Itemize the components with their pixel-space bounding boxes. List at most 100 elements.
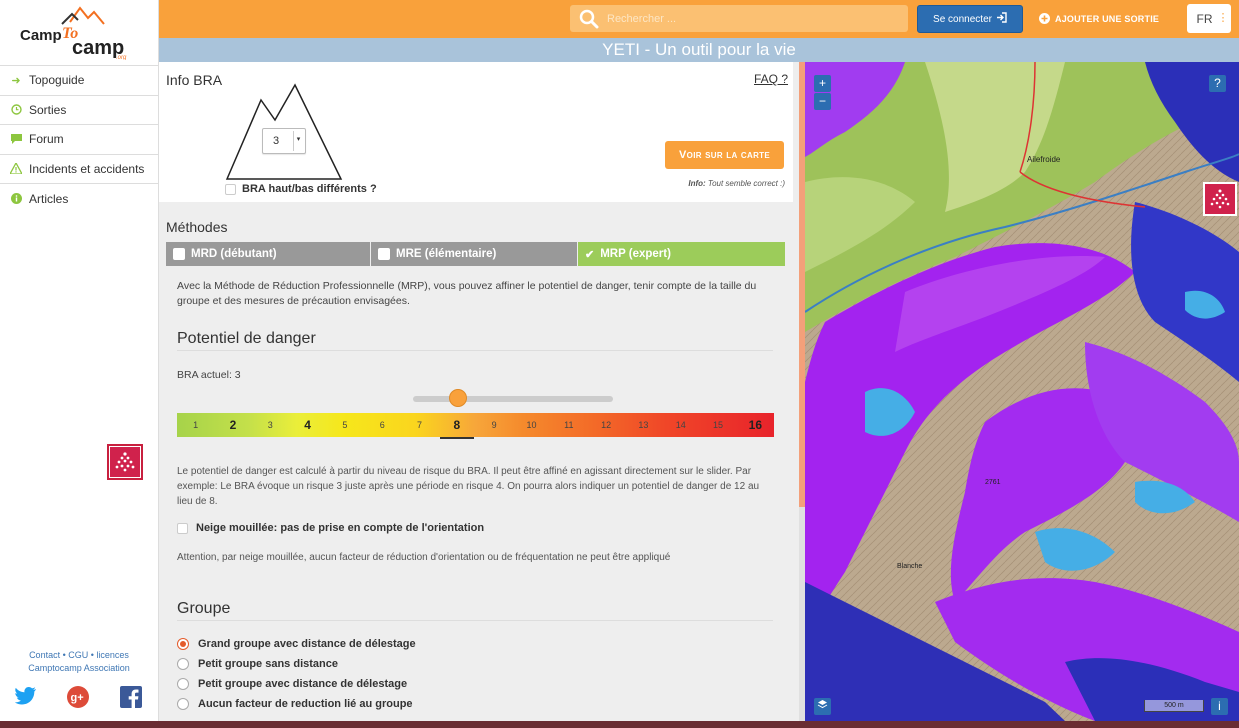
groupe-option[interactable]: Aucun facteur de reduction lié au groupe: [177, 698, 413, 710]
sidebar-item-incidents[interactable]: Incidents et accidents: [0, 155, 158, 184]
groupe-option-label: Aucun facteur de reduction lié au groupe: [198, 698, 413, 710]
page-title: YETI - Un outil pour la vie: [159, 38, 1239, 62]
plus-circle-icon: [1039, 12, 1050, 26]
scale-value: 3: [267, 420, 273, 430]
layers-icon[interactable]: [814, 698, 831, 715]
bra-diff-checkbox[interactable]: BRA haut/bas différents ?: [225, 183, 377, 195]
clock-icon: [10, 104, 22, 116]
divider: [177, 350, 773, 351]
radio-button[interactable]: [177, 658, 189, 670]
faq-link[interactable]: FAQ ?: [754, 72, 788, 86]
tab-mrp[interactable]: ✔ MRP (expert): [578, 242, 785, 266]
tab-label: MRP (expert): [600, 248, 671, 260]
danger-map[interactable]: Ailefroide Blanche 2761 + − ? 500 m i: [805, 62, 1239, 721]
sidebar-item-articles[interactable]: Articles: [0, 184, 158, 214]
warning-icon: [10, 163, 22, 175]
cgu-link[interactable]: CGU: [68, 650, 88, 660]
zoom-in-button[interactable]: +: [814, 75, 831, 92]
language-label: FR: [1196, 11, 1213, 26]
tab-mrd[interactable]: MRD (débutant): [166, 242, 371, 266]
sidebar-item-label: Articles: [29, 191, 69, 206]
login-label: Se connecter: [933, 13, 992, 25]
groupe-option[interactable]: Petit groupe avec distance de délestage: [177, 678, 407, 690]
sidebar-item-forum[interactable]: Forum: [0, 125, 158, 155]
scale-value: 7: [417, 420, 423, 430]
checkbox-box[interactable]: [225, 183, 236, 195]
info-note-text: Tout semble correct :): [707, 179, 785, 188]
arrow-right-icon: ➜: [11, 74, 21, 87]
danger-slider-handle[interactable]: [449, 389, 467, 407]
view-on-map-button[interactable]: Voir sur la carte: [665, 141, 784, 169]
info-note: Info: Tout semble correct :): [629, 179, 785, 188]
svg-text:Ailefroide: Ailefroide: [1027, 155, 1061, 164]
language-selector[interactable]: FR ⋮: [1187, 4, 1231, 33]
search-input[interactable]: [607, 5, 897, 32]
info-note-prefix: Info:: [688, 179, 706, 188]
bra-diff-label: BRA haut/bas différents ?: [242, 183, 377, 195]
neige-mouillee-checkbox[interactable]: Neige mouillée: pas de prise en compte d…: [177, 522, 484, 534]
login-button[interactable]: Se connecter: [917, 5, 1023, 33]
yeti-badge-icon[interactable]: [107, 444, 143, 480]
scale-value: 6: [379, 420, 385, 430]
comment-icon: [10, 133, 22, 145]
scale-value-selected: 8: [438, 413, 475, 439]
scale-value: 14: [675, 420, 686, 430]
zoom-out-button[interactable]: −: [814, 93, 831, 110]
sidebar-item-label: Forum: [29, 132, 64, 147]
contact-link[interactable]: Contact: [29, 650, 60, 660]
sidebar-item-label: Topoguide: [29, 73, 85, 88]
info-bra-title: Info BRA: [166, 72, 223, 88]
association-link[interactable]: Camptocamp Association: [28, 663, 130, 673]
groupe-option[interactable]: Grand groupe avec distance de délestage: [177, 638, 416, 650]
info-bra-box: Info BRA FAQ ? 3 ▾ BRA haut/bas différen…: [159, 62, 793, 202]
bra-value: 3: [273, 135, 280, 147]
tab-label: MRD (débutant): [191, 248, 277, 260]
checkbox-box[interactable]: [177, 522, 188, 534]
map-help-button[interactable]: ?: [1209, 75, 1226, 92]
groupe-option[interactable]: Petit groupe sans distance: [177, 658, 338, 670]
scale-value: 1: [193, 420, 199, 430]
potentiel-title: Potentiel de danger: [177, 330, 316, 347]
radio-button[interactable]: [177, 678, 189, 690]
facebook-icon[interactable]: [120, 686, 142, 713]
sidebar-item-sorties[interactable]: Sorties: [0, 96, 158, 125]
bra-actuel: BRA actuel: 3: [177, 369, 241, 381]
map-scale: 500 m: [1144, 700, 1204, 712]
google-plus-icon[interactable]: g+: [67, 686, 89, 713]
sidebar-item-label: Incidents et accidents: [29, 161, 145, 176]
map-info-button[interactable]: i: [1211, 698, 1228, 715]
sidebar-item-topoguide[interactable]: ➜ Topoguide: [0, 66, 158, 96]
method-description: Avec la Méthode de Réduction Professionn…: [177, 280, 757, 307]
vertical-ellipsis-icon: ⋮: [1217, 12, 1229, 24]
social-links: g+: [0, 686, 158, 712]
view-on-map-label: Voir sur la carte: [679, 149, 770, 161]
radio-button[interactable]: [177, 638, 189, 650]
yeti-map-badge-icon[interactable]: [1203, 182, 1237, 216]
danger-slider-track[interactable]: [413, 396, 613, 402]
divider: [177, 620, 773, 621]
svg-text:g+: g+: [71, 692, 84, 704]
top-bar: Se connecter Ajouter une sortie FR ⋮: [159, 0, 1239, 38]
scale-value: 15: [713, 420, 724, 430]
search-box[interactable]: [570, 5, 908, 32]
attention-note: Attention, par neige mouillée, aucun fac…: [177, 552, 671, 563]
sidebar: Camp To camp .org ➜ Topoguide Sorties Fo…: [0, 0, 159, 728]
twitter-icon[interactable]: [14, 686, 37, 711]
potentiel-paragraph: Le potentiel de danger est calculé à par…: [177, 466, 760, 507]
scale-value: 2: [229, 418, 237, 432]
checkbox-box: [173, 248, 185, 260]
neige-label: Neige mouillée: pas de prise en compte d…: [196, 522, 485, 534]
scale-value: 11: [564, 420, 574, 430]
licences-link[interactable]: licences: [96, 650, 129, 660]
radio-button[interactable]: [177, 698, 189, 710]
bra-select[interactable]: 3 ▾: [262, 128, 306, 154]
methods-tabs: MRD (débutant) MRE (élémentaire) ✔ MRP (…: [166, 242, 785, 266]
add-outing-button[interactable]: Ajouter une sortie: [1039, 8, 1159, 30]
checkbox-box: [378, 248, 390, 260]
groupe-option-label: Petit groupe avec distance de délestage: [198, 678, 408, 690]
tab-mre[interactable]: MRE (élémentaire): [371, 242, 578, 266]
check-icon: ✔: [585, 248, 595, 261]
methodes-title: Méthodes: [166, 219, 228, 235]
groupe-title: Groupe: [177, 600, 231, 617]
camptocamp-logo[interactable]: Camp To camp .org: [18, 4, 136, 61]
